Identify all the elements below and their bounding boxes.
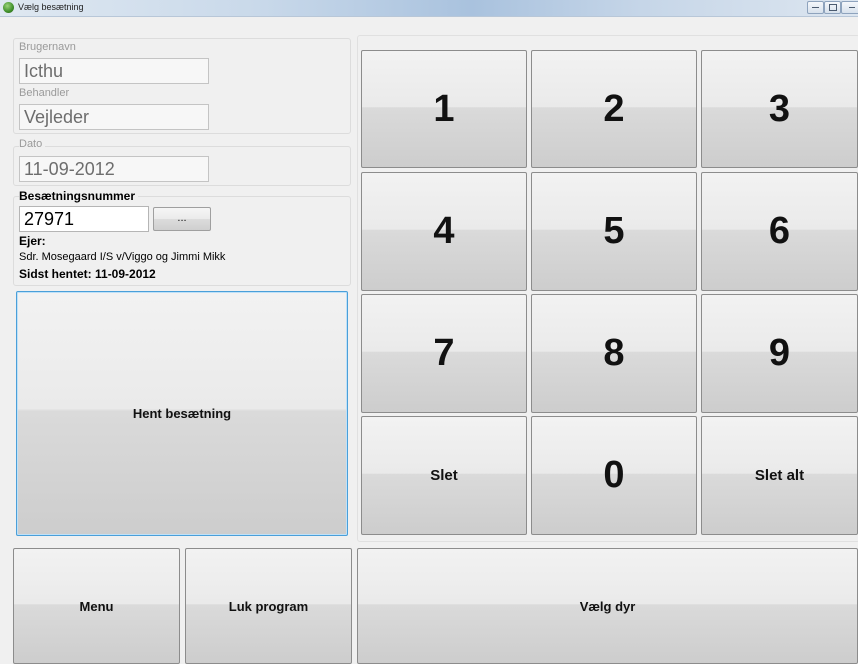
window-title: Vælg besætning [18,2,84,12]
date-label: Dato [19,138,46,150]
minimize-button[interactable] [807,1,824,14]
key-6-button[interactable]: 6 [701,172,858,291]
close-icon [849,7,855,8]
key-9-button[interactable]: 9 [701,294,858,413]
delete-button[interactable]: Slet [361,416,527,535]
minimize-icon [812,7,819,8]
menu-button[interactable]: Menu [13,548,180,664]
username-label: Brugernavn [19,41,76,53]
key-4-button[interactable]: 4 [361,172,527,291]
browse-herd-button[interactable]: ... [153,207,211,231]
key-2-button[interactable]: 2 [531,50,697,168]
key-0-button[interactable]: 0 [531,416,697,535]
key-7-button[interactable]: 7 [361,294,527,413]
key-1-button[interactable]: 1 [361,50,527,168]
close-program-button[interactable]: Luk program [185,548,352,664]
key-3-button[interactable]: 3 [701,50,858,168]
username-field: Icthu [19,58,209,84]
herd-number-input[interactable]: 27971 [19,206,149,232]
herd-number-label: Besætningsnummer [19,189,139,203]
close-window-button[interactable] [841,1,858,14]
last-fetched-text: Sidst hentet: 11-09-2012 [19,267,156,281]
key-8-button[interactable]: 8 [531,294,697,413]
title-bar: Vælg besætning [0,0,858,17]
app-icon [3,2,14,13]
owner-label: Ejer: [19,234,46,248]
delete-all-button[interactable]: Slet alt [701,416,858,535]
handler-label: Behandler [19,87,70,99]
owner-value: Sdr. Mosegaard I/S v/Viggo og Jimmi Mikk [19,251,226,263]
key-5-button[interactable]: 5 [531,172,697,291]
maximize-icon [828,4,837,11]
maximize-button[interactable] [824,1,841,14]
handler-field: Vejleder [19,104,209,130]
fetch-herd-button[interactable]: Hent besætning [16,291,348,536]
date-field: 11-09-2012 [19,156,209,182]
choose-animal-button[interactable]: Vælg dyr [357,548,858,664]
